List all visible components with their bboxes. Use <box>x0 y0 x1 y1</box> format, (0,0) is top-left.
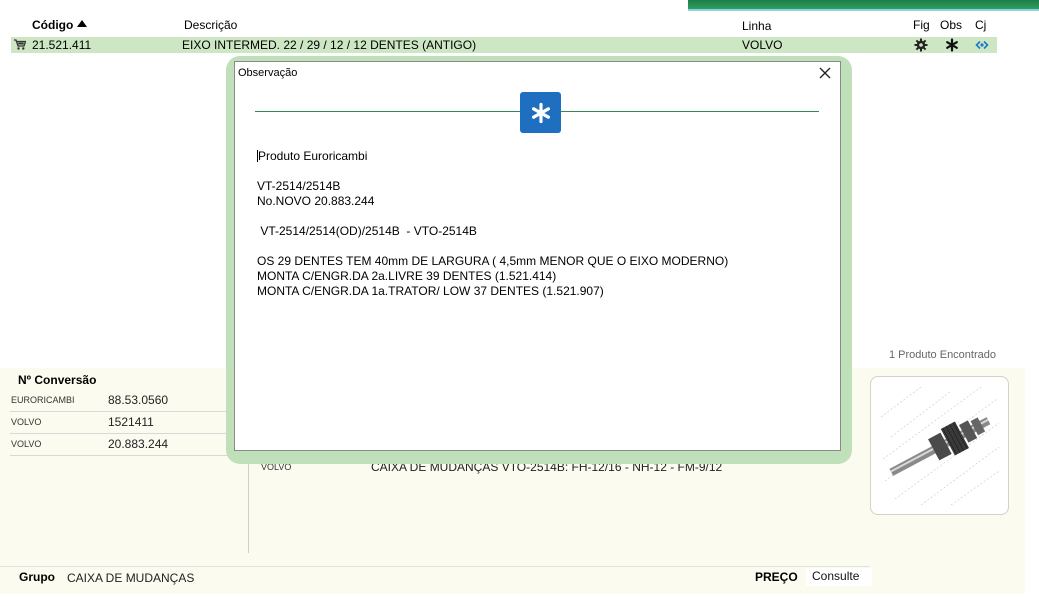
close-icon[interactable] <box>818 66 832 80</box>
asterisk-badge <box>520 92 561 133</box>
observation-line: VT-2514/2514(OD)/2514B - VTO-2514B <box>257 224 477 238</box>
sort-ascending-icon[interactable] <box>77 20 87 27</box>
conversion-brand: EURORICAMBI <box>11 395 75 405</box>
observation-text[interactable]: Produto Euroricambi VT-2514/2514B No.NOV… <box>257 149 827 299</box>
asterisk-icon <box>531 102 550 123</box>
observation-line: MONTA C/ENGR.DA 1a.TRATOR/ LOW 37 DENTES… <box>257 284 604 298</box>
column-divider <box>248 455 249 553</box>
header-cj: Cj <box>975 18 987 32</box>
dialog-title: Observação <box>238 67 298 79</box>
footer-divider <box>0 566 870 567</box>
results-count: 1 Produto Encontrado <box>888 349 996 361</box>
product-row[interactable]: 21.521.411 EIXO INTERMED. 22 / 29 / 12 /… <box>11 37 997 53</box>
conversion-title: Nº Conversão <box>18 373 97 387</box>
preco-label: PREÇO <box>755 570 798 584</box>
shaft-drawing <box>880 386 1000 506</box>
grupo-value: CAIXA DE MUDANÇAS <box>67 571 195 585</box>
preco-value: Consulte <box>806 568 872 586</box>
product-descricao: EIXO INTERMED. 22 / 29 / 12 / 12 DENTES … <box>182 38 477 52</box>
observation-line: VT-2514/2514B <box>257 179 341 193</box>
observation-line <box>257 164 827 179</box>
conversion-row[interactable]: VOLVO 20.883.244 <box>10 434 235 456</box>
cart-icon[interactable] <box>14 39 26 51</box>
header-fig: Fig <box>913 18 930 32</box>
grupo-label: Grupo <box>19 570 55 584</box>
gear-icon[interactable] <box>914 38 928 52</box>
top-decorative-stripe <box>688 0 1039 11</box>
observation-line: OS 29 DENTES TEM 40mm DE LARGURA ( 4,5mm… <box>257 254 729 268</box>
header-linha[interactable]: Linha <box>742 19 771 33</box>
observation-dialog: Observação Produto Euroricambi VT-2514/2… <box>234 61 841 451</box>
observation-line: No.NOVO 20.883.244 <box>257 194 375 208</box>
conversion-code: 1521411 <box>108 415 154 429</box>
asterisk-icon[interactable] <box>945 38 959 52</box>
observation-line: MONTA C/ENGR.DA 2a.LIVRE 39 DENTES (1.52… <box>257 269 557 283</box>
header-codigo[interactable]: Código <box>32 18 73 32</box>
conversion-row[interactable]: VOLVO 1521411 <box>10 412 235 434</box>
header-descricao[interactable]: Descrição <box>184 18 237 32</box>
product-linha: VOLVO <box>742 38 783 52</box>
header-obs: Obs <box>940 18 963 32</box>
product-codigo: 21.521.411 <box>32 38 92 52</box>
conversion-row[interactable]: EURORICAMBI 88.53.0560 <box>10 390 235 412</box>
conversion-brand: VOLVO <box>11 417 42 427</box>
observation-line <box>257 209 827 224</box>
conversion-code: 88.53.0560 <box>108 393 169 407</box>
observation-line <box>257 239 827 254</box>
product-image[interactable] <box>870 376 1009 515</box>
conversion-code: 20.883.244 <box>108 437 169 451</box>
conversion-brand: VOLVO <box>11 439 42 449</box>
observation-line: Produto Euroricambi <box>258 149 368 163</box>
link-icon[interactable] <box>974 38 990 52</box>
